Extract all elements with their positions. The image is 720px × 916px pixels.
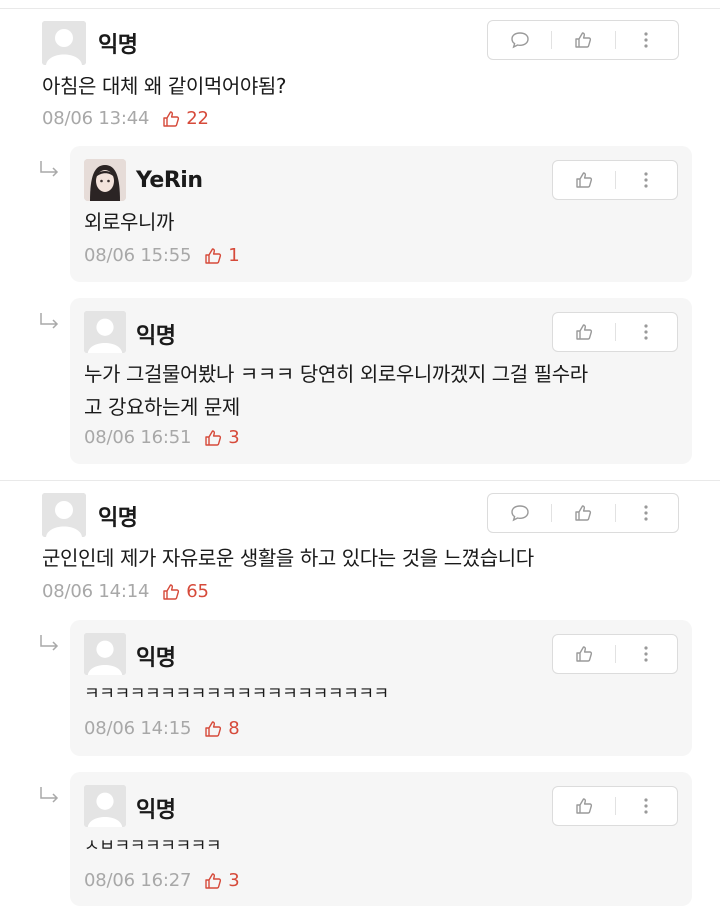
like-button[interactable] (551, 21, 614, 59)
like-count-value: 8 (228, 718, 240, 739)
avatar[interactable] (42, 21, 86, 65)
reply-actions (552, 312, 678, 352)
thumbs-up-icon (205, 872, 222, 889)
more-button[interactable] (614, 494, 678, 532)
reply-actions (552, 634, 678, 674)
like-count: 8 (203, 718, 240, 739)
more-vertical-icon (644, 646, 648, 662)
like-count: 3 (203, 870, 240, 891)
reply-actions (552, 160, 678, 200)
reply-body: ㅅㅂㅋㅋㅋㅋㅋㅋㅋ (84, 836, 222, 856)
reply-body: 외로우니까 (84, 210, 174, 234)
thumbs-up-icon (576, 324, 593, 340)
like-button[interactable] (553, 161, 615, 199)
like-button[interactable] (553, 313, 615, 351)
reply-author: YeRin (136, 168, 203, 193)
reply-meta: 08/06 16:51 3 (84, 427, 240, 448)
reply-button[interactable] (488, 21, 551, 59)
thumbs-up-icon (575, 505, 592, 521)
reply-card: YeRin 외로우니까 08/06 15:55 1 (70, 146, 692, 282)
comment-meta: 08/06 14:14 65 (42, 581, 209, 602)
reply-meta: 08/06 14:15 8 (84, 718, 240, 739)
thread-divider (0, 480, 720, 481)
reply-card: 익명 ㅅㅂㅋㅋㅋㅋㅋㅋㅋ 08/06 16:27 3 (70, 772, 692, 906)
more-vertical-icon (644, 324, 648, 340)
comment-time: 08/06 14:14 (42, 581, 150, 602)
reply-actions (552, 786, 678, 826)
more-vertical-icon (644, 172, 648, 188)
like-count: 65 (161, 581, 209, 602)
thumbs-up-icon (205, 429, 222, 446)
like-count-value: 1 (228, 245, 240, 266)
comment-icon (510, 32, 529, 49)
reply-arrow-icon (38, 312, 60, 332)
reply-meta: 08/06 16:27 3 (84, 870, 240, 891)
like-button[interactable] (553, 787, 615, 825)
comment-meta: 08/06 13:44 22 (42, 108, 209, 129)
more-button[interactable] (615, 161, 677, 199)
reply-card: 익명 ㅋㅋㅋㅋㅋㅋㅋㅋㅋㅋㅋㅋㅋㅋㅋㅋㅋㅋㅋㅋ 08/06 14:15 8 (70, 620, 692, 756)
avatar[interactable] (84, 785, 126, 827)
reply-button[interactable] (488, 494, 551, 532)
comment-author: 익명 (98, 506, 138, 531)
reply-author: 익명 (136, 324, 176, 349)
comment-icon (510, 505, 529, 522)
more-vertical-icon (644, 32, 648, 48)
reply-author: 익명 (136, 646, 176, 671)
more-button[interactable] (614, 21, 678, 59)
avatar[interactable] (42, 493, 86, 537)
thumbs-up-icon (575, 32, 592, 48)
reply-time: 08/06 16:27 (84, 870, 192, 891)
like-button[interactable] (553, 635, 615, 673)
like-count: 3 (203, 427, 240, 448)
more-button[interactable] (615, 787, 677, 825)
more-button[interactable] (615, 635, 677, 673)
like-button[interactable] (551, 494, 614, 532)
comment-actions (487, 493, 679, 533)
default-avatar-icon (42, 21, 86, 65)
reply-body: ㅋㅋㅋㅋㅋㅋㅋㅋㅋㅋㅋㅋㅋㅋㅋㅋㅋㅋㅋㅋ (84, 684, 389, 704)
like-count-value: 3 (228, 427, 240, 448)
comment-body: 군인인데 제가 자유로운 생활을 하고 있다는 것을 느꼈습니다 (42, 546, 534, 570)
reply-author: 익명 (136, 798, 176, 823)
comment-time: 08/06 13:44 (42, 108, 150, 129)
reply-arrow-icon (38, 160, 60, 180)
thumbs-up-icon (163, 583, 180, 600)
reply-card: 익명 누가 그걸물어봤나 ㅋㅋㅋ 당연히 외로우니까겠지 그걸 필수라 고 강요… (70, 298, 692, 464)
like-count-value: 22 (186, 108, 209, 129)
reply-meta: 08/06 15:55 1 (84, 245, 240, 266)
thumbs-up-icon (163, 110, 180, 127)
default-avatar-icon (42, 493, 86, 537)
reply-body: 누가 그걸물어봤나 ㅋㅋㅋ 당연히 외로우니까겠지 그걸 필수라 고 강요하는게… (84, 362, 588, 419)
more-vertical-icon (644, 505, 648, 521)
like-count-value: 3 (228, 870, 240, 891)
like-count: 1 (203, 245, 240, 266)
top-divider (0, 8, 720, 9)
default-avatar-icon (84, 633, 126, 675)
reply-time: 08/06 16:51 (84, 427, 192, 448)
thumbs-up-icon (205, 247, 222, 264)
thumbs-up-icon (205, 720, 222, 737)
comment-actions (487, 20, 679, 60)
thumbs-up-icon (576, 646, 593, 662)
like-count-value: 65 (186, 581, 209, 602)
more-vertical-icon (644, 798, 648, 814)
thumbs-up-icon (576, 798, 593, 814)
avatar[interactable] (84, 633, 126, 675)
profile-photo-icon (84, 159, 126, 201)
default-avatar-icon (84, 311, 126, 353)
like-count: 22 (161, 108, 209, 129)
more-button[interactable] (615, 313, 677, 351)
avatar[interactable] (84, 159, 126, 201)
comment-body: 아침은 대체 왜 같이먹어야됨? (42, 74, 287, 98)
reply-time: 08/06 15:55 (84, 245, 192, 266)
default-avatar-icon (84, 785, 126, 827)
reply-arrow-icon (38, 786, 60, 806)
thumbs-up-icon (576, 172, 593, 188)
comment-author: 익명 (98, 33, 138, 58)
reply-time: 08/06 14:15 (84, 718, 192, 739)
avatar[interactable] (84, 311, 126, 353)
reply-arrow-icon (38, 634, 60, 654)
